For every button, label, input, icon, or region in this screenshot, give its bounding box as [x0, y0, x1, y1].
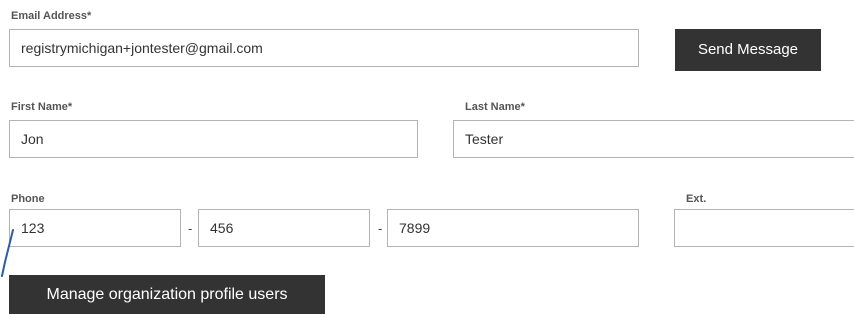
email-field[interactable]: registrymichigan+jontester@gmail.com	[9, 29, 639, 67]
manage-organization-users-button[interactable]: Manage organization profile users	[9, 275, 325, 314]
last-name-field[interactable]: Tester	[453, 120, 854, 158]
first-name-field[interactable]: Jon	[9, 120, 418, 158]
phone-line-number-field[interactable]: 7899	[387, 209, 639, 247]
email-label: Email Address*	[11, 10, 92, 22]
ext-label: Ext.	[686, 193, 707, 205]
phone-separator-2: -	[378, 221, 383, 236]
phone-separator-1: -	[188, 221, 193, 236]
pen-stroke-icon	[1, 229, 14, 277]
phone-prefix-field[interactable]: 456	[198, 209, 370, 247]
phone-area-code-field[interactable]: 123	[9, 209, 181, 247]
last-name-label: Last Name*	[465, 101, 525, 113]
phone-label: Phone	[11, 193, 45, 205]
send-message-button[interactable]: Send Message	[675, 29, 821, 71]
first-name-label: First Name*	[11, 101, 73, 113]
ext-field[interactable]	[674, 209, 854, 247]
contact-form: Email Address* registrymichigan+jonteste…	[0, 0, 854, 314]
